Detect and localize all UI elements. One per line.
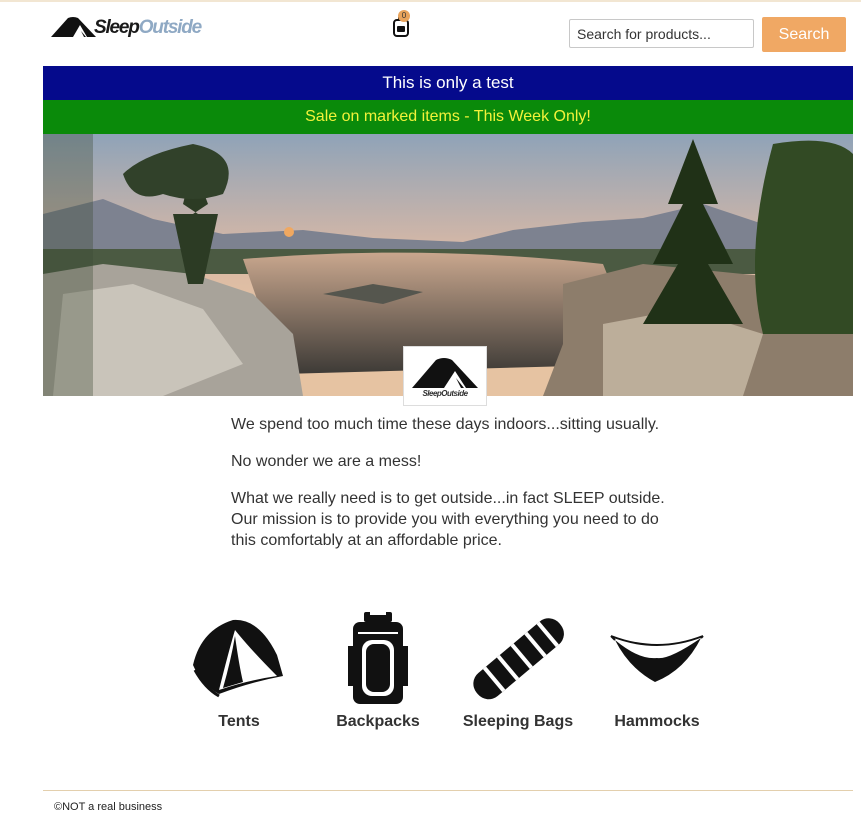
category-hammocks[interactable]: Hammocks (597, 610, 717, 730)
hammock-icon (610, 635, 704, 682)
category-label-hammocks: Hammocks (614, 713, 700, 730)
category-sleeping-bags[interactable]: Sleeping Bags (458, 610, 578, 730)
footer-copyright: ©NOT a real business (54, 801, 163, 813)
alert-banner-sale: Sale on marked items - This Week Only! (43, 100, 853, 134)
logo-text: SleepOutside (94, 17, 203, 38)
footer-divider (43, 790, 853, 791)
search-input[interactable] (569, 19, 754, 48)
category-tents[interactable]: Tents (179, 610, 299, 730)
logo-text-accent: Outside (138, 17, 203, 38)
top-border (0, 0, 861, 2)
site-logo[interactable]: SleepOutside (51, 14, 203, 38)
category-label-sleeping-bags: Sleeping Bags (462, 713, 574, 730)
category-label-tents: Tents (218, 713, 260, 730)
category-label-backpacks: Backpacks (336, 713, 420, 730)
intro-text: We spend too much time these days indoor… (231, 414, 671, 567)
tent-icon (51, 17, 96, 37)
logo-text-main: Sleep (94, 17, 140, 38)
intro-paragraph-3: What we really need is to get outside...… (231, 490, 665, 549)
alert-banner-test: This is only a test (43, 66, 853, 100)
tent-icon (412, 358, 478, 388)
sleeping-bag-icon (473, 618, 564, 700)
tent-icon (193, 619, 283, 698)
cart-count-badge: 0 (398, 10, 410, 22)
intro-paragraph-1: We spend too much time these days indoor… (231, 416, 660, 433)
search-button[interactable]: Search (762, 17, 846, 52)
hero-logo-badge: SleepOutside (403, 346, 487, 406)
backpack-icon (348, 610, 408, 704)
cart-link[interactable]: 0 (390, 10, 412, 38)
intro-paragraph-2: No wonder we are a mess! (231, 453, 422, 470)
category-backpacks[interactable]: Backpacks (318, 610, 438, 730)
hero-logo-text: SleepOutside (422, 389, 468, 398)
